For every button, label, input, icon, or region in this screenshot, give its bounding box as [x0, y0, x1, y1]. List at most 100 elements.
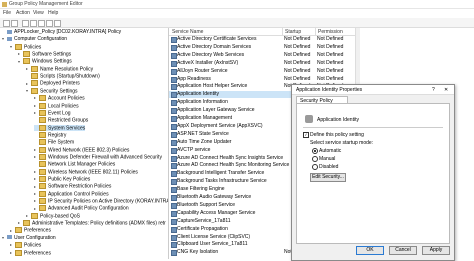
service-row[interactable]: ActiveX Installer (AxInstSV) Not Defined N… [169, 60, 355, 67]
tree-item[interactable]: ▾ Policies [10, 43, 41, 50]
expand-arrow-icon[interactable]: ▸ [34, 184, 38, 190]
help-icon[interactable] [54, 20, 61, 27]
expand-arrow-icon[interactable]: ▸ [26, 81, 30, 87]
menu-action[interactable]: Action [16, 10, 30, 16]
up-folder-icon[interactable] [22, 20, 29, 27]
tree-item-label: Policies [24, 242, 42, 249]
tree-item-label: Computer Configuration [14, 36, 68, 43]
column-permission[interactable]: Permission [318, 29, 343, 35]
folder-icon [39, 146, 46, 153]
tree-item[interactable]: ▸ Software Restriction Policies [34, 183, 111, 190]
service-name: Clipboard User Service_17a811 [177, 241, 248, 248]
expand-arrow-icon[interactable]: ▸ [34, 169, 38, 175]
tree-item[interactable]: ▸ Event Log [34, 109, 71, 116]
apply-button[interactable]: Apply [422, 246, 450, 255]
expand-arrow-icon[interactable]: ▸ [34, 103, 38, 109]
tree-item[interactable]: ▾ Windows Settings [18, 58, 72, 65]
menu-view[interactable]: View [33, 10, 44, 16]
expand-arrow-icon[interactable]: ▸ [26, 213, 30, 219]
tree-item[interactable]: APPLocker_Policy [DC02.KORAY.INTRA] Poli… [2, 29, 121, 35]
expand-arrow-icon[interactable]: ▸ [10, 242, 14, 248]
tree-item[interactable]: ▸ Preferences [10, 249, 51, 256]
tree-item[interactable]: ▾ Security Settings [26, 87, 78, 94]
service-row[interactable]: Active Directory Web Services Not Defined… [169, 51, 355, 59]
service-name: AllJoyn Router Service [177, 67, 228, 74]
expand-arrow-icon[interactable]: ▸ [34, 147, 38, 153]
menu-file[interactable]: File [3, 10, 11, 16]
tree-item[interactable]: ▸ Windows Defender Firewall with Advanced… [34, 153, 162, 161]
tree-item[interactable]: ▸ Deployed Printers [26, 80, 80, 87]
disabled-radio[interactable] [312, 164, 318, 170]
ok-button[interactable]: OK [356, 246, 384, 255]
expand-arrow-icon[interactable]: ▸ [18, 220, 22, 226]
manual-label: Manual [319, 155, 336, 162]
tree-item[interactable]: File System [34, 139, 74, 146]
service-name: Active Directory Web Services [177, 51, 245, 58]
service-row[interactable]: Active Directory Domain Services Not Defi… [169, 44, 355, 51]
edit-security-button[interactable]: Edit Security... [310, 173, 346, 182]
expand-arrow-icon[interactable]: ▸ [34, 154, 38, 160]
manual-radio[interactable] [312, 156, 318, 162]
app-icon [2, 1, 7, 7]
expand-arrow-icon[interactable]: ▸ [10, 250, 14, 256]
tree-item[interactable]: System Services [34, 124, 86, 131]
back-icon[interactable] [3, 20, 10, 27]
expand-arrow-icon[interactable]: ▾ [18, 59, 22, 65]
tree-item[interactable]: ▸ Administrative Templates: Policy defini… [18, 220, 166, 226]
expand-arrow-icon[interactable]: ▸ [34, 198, 38, 204]
tree-item[interactable]: ▸ Wireless Network (IEEE 802.11) Policies [34, 168, 138, 175]
cancel-button[interactable]: Cancel [389, 246, 417, 255]
service-row[interactable]: App Readiness Not Defined Not Defined [169, 76, 355, 83]
help-button[interactable]: ? [432, 87, 435, 93]
tree-item[interactable]: ▸ IP Security Policies on Active Director… [34, 198, 168, 204]
tree-item[interactable]: ▸ Policies [10, 242, 41, 248]
tree-item[interactable]: Registry [34, 131, 66, 138]
expand-arrow-icon[interactable]: ▾ [2, 36, 6, 42]
expand-arrow-icon[interactable]: ▸ [18, 51, 22, 57]
expand-arrow-icon[interactable]: ▸ [34, 206, 38, 212]
column-service-name[interactable]: Service Name [172, 29, 203, 35]
automatic-radio[interactable] [312, 148, 318, 154]
tree-item[interactable]: ▸ Policy-based QoS [26, 212, 80, 219]
tree-item[interactable]: ▾ Computer Configuration [2, 36, 67, 42]
folder-icon [39, 139, 46, 146]
expand-arrow-icon[interactable]: ▸ [34, 191, 38, 197]
tree-item-label: Application Control Policies [48, 191, 109, 198]
tree-item[interactable]: Restricted Groups [34, 117, 88, 124]
tree-item-label: Account Policies [48, 95, 85, 102]
service-name: AppX Deployment Service (AppXSVC) [177, 122, 263, 129]
expand-arrow-icon[interactable]: ▾ [10, 44, 14, 50]
expand-arrow-icon[interactable]: ▾ [2, 235, 6, 241]
tree-item[interactable]: Network List Manager Policies [34, 161, 115, 168]
tree-item[interactable]: ▸ Public Key Policies [34, 176, 90, 182]
expand-arrow-icon[interactable]: ▸ [34, 110, 38, 116]
tree-item[interactable]: ▸ Preferences [10, 227, 51, 234]
tree-item[interactable]: ▾ User Configuration [2, 235, 56, 241]
menu-help[interactable]: Help [48, 10, 58, 16]
tree-item[interactable]: ▸ Application Control Policies [34, 190, 109, 198]
expand-arrow-icon[interactable]: ▸ [34, 95, 38, 101]
export-list-icon[interactable] [46, 20, 53, 27]
column-startup[interactable]: Startup [285, 29, 301, 35]
tree-item[interactable]: ▸ Software Settings [18, 51, 71, 57]
expand-arrow-icon[interactable]: ▸ [10, 228, 14, 234]
expand-arrow-icon[interactable]: ▸ [26, 66, 30, 72]
tree-item[interactable]: Scripts (Startup/Shutdown) [26, 73, 100, 79]
close-button[interactable]: ✕ [444, 87, 448, 93]
tree-item[interactable]: ▸ Account Policies [34, 95, 85, 101]
expand-arrow-icon[interactable]: ▾ [26, 88, 30, 94]
properties-icon[interactable] [38, 20, 45, 27]
service-startup: Not Defined [284, 36, 311, 42]
tree-item[interactable]: ▸ Name Resolution Policy [26, 65, 93, 72]
expand-arrow-icon[interactable]: ▸ [34, 176, 38, 182]
show-hide-tree-icon[interactable] [30, 20, 37, 27]
main-window: Group Policy Management Editor File Acti… [0, 0, 474, 261]
service-row[interactable]: AllJoyn Router Service Not Defined Not Def… [169, 67, 355, 75]
tree-item[interactable]: ▸ Local Policies [34, 102, 79, 109]
service-row[interactable]: Active Directory Certificate Services Not… [169, 36, 355, 43]
tree-item[interactable]: ▸ Wired Network (IEEE 802.3) Policies [34, 146, 129, 153]
forward-icon[interactable] [11, 20, 18, 27]
define-policy-checkbox[interactable]: ✓ [303, 132, 309, 138]
tree-item-label: Windows Defender Firewall with Advanced … [48, 154, 162, 161]
tree-item[interactable]: ▸ Advanced Audit Policy Configuration [34, 205, 129, 212]
